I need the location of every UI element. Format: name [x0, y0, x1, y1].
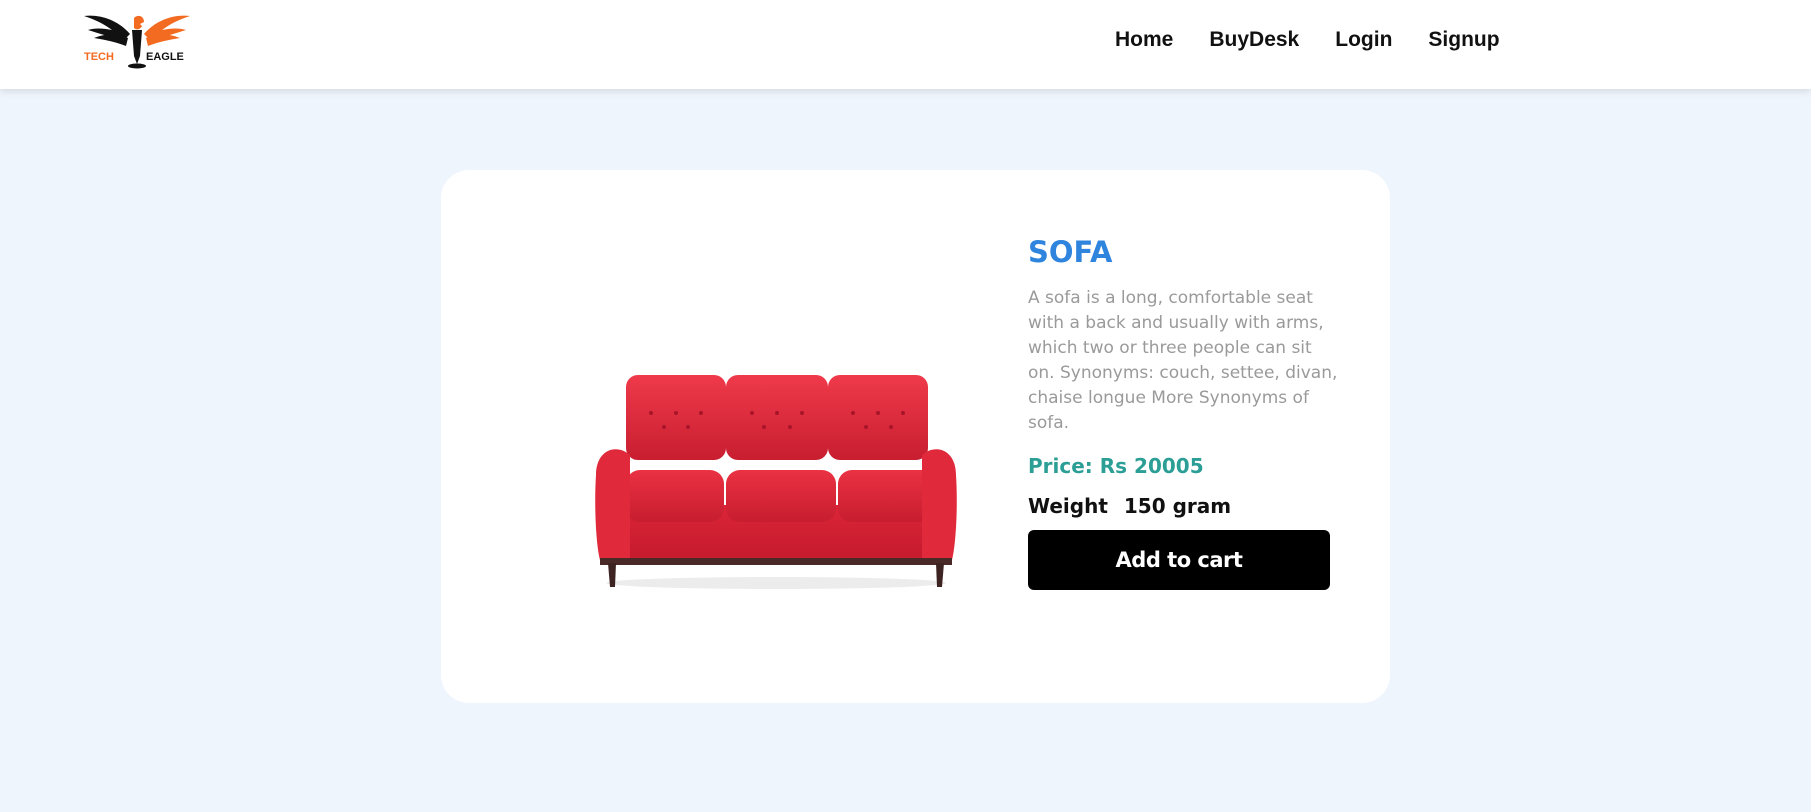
logo-text-eagle: EAGLE [146, 51, 184, 63]
product-card: SOFA A sofa is a long, comfortable seat … [441, 170, 1390, 703]
product-price: Price: Rs 20005 [1028, 454, 1204, 478]
weight-value: 150 gram [1123, 494, 1232, 518]
nav-home-link[interactable]: Home [1115, 26, 1173, 54]
add-to-cart-button[interactable]: Add to cart [1028, 530, 1330, 590]
nav-login-link[interactable]: Login [1335, 26, 1392, 54]
product-title: SOFA [1028, 235, 1113, 269]
eagle-logo-icon: TECH EAGLE [84, 15, 190, 69]
logo-text-tech: TECH [84, 51, 114, 63]
tech-eagle-logo[interactable]: TECH EAGLE [82, 8, 192, 70]
nav-signup-link[interactable]: Signup [1428, 26, 1499, 54]
product-image [586, 365, 966, 595]
weight-label: Weight [1028, 494, 1108, 518]
main-nav: Home BuyDesk Login Signup [1115, 26, 1500, 54]
red-sofa-image [595, 375, 957, 589]
product-weight: Weight 150 gram [1028, 492, 1348, 520]
nav-buydesk-link[interactable]: BuyDesk [1209, 26, 1299, 54]
top-navbar: TECH EAGLE Home BuyDesk Login Signup [0, 0, 1811, 89]
product-info: SOFA A sofa is a long, comfortable seat … [1028, 232, 1348, 590]
product-description: A sofa is a long, comfortable seat with … [1028, 288, 1338, 433]
